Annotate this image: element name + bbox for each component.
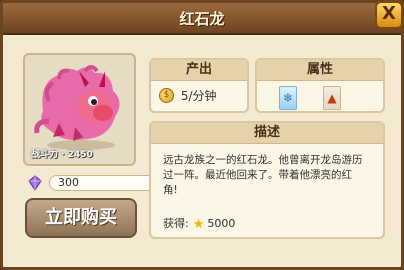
red-stone-dragon-image — [34, 65, 120, 150]
ice-icon[interactable]: ❄ — [279, 86, 297, 110]
fire-icon[interactable]: ▲ — [323, 86, 341, 110]
dragon-info-dialog: 红石龙 X 战斗力 · 2450 300 立即购买 产出 $ 5/分钟 属性 ❄… — [0, 0, 404, 270]
description-text: 远古龙族之一的红石龙。他曾离开龙岛游历过一阵。最近他回来了。带着他漂亮的红角! — [163, 154, 363, 196]
reward-value: 5000 — [207, 217, 236, 230]
close-button[interactable]: X — [375, 1, 403, 29]
dialog-title: 红石龙 — [179, 10, 225, 28]
reward-row: 获得: ★ 5000 — [163, 215, 235, 232]
output-header: 产出 — [151, 60, 247, 81]
price-value: 300 — [49, 175, 159, 191]
output-rate: 5/分钟 — [180, 89, 217, 103]
attribute-panel: 属性 ❄ ▲ — [255, 58, 385, 113]
gem-icon — [28, 175, 42, 191]
star-icon: ★ — [192, 217, 205, 232]
reward-label: 获得: — [163, 217, 189, 230]
dragon-portrait: 战斗力 · 2450 — [23, 53, 136, 166]
buy-now-button[interactable]: 立即购买 — [25, 198, 137, 238]
description-header: 描述 — [151, 123, 383, 144]
description-panel: 描述 远古龙族之一的红石龙。他曾离开龙岛游历过一阵。最近他回来了。带着他漂亮的红… — [149, 121, 385, 239]
output-row: $ 5/分钟 — [159, 87, 217, 104]
coin-icon: $ — [159, 88, 174, 103]
title-bar: 红石龙 — [3, 3, 401, 35]
attribute-header: 属性 — [257, 60, 383, 81]
close-icon: X — [382, 3, 396, 24]
output-panel: 产出 $ 5/分钟 — [149, 58, 249, 113]
power-label: 战斗力 · 2450 — [31, 150, 93, 160]
